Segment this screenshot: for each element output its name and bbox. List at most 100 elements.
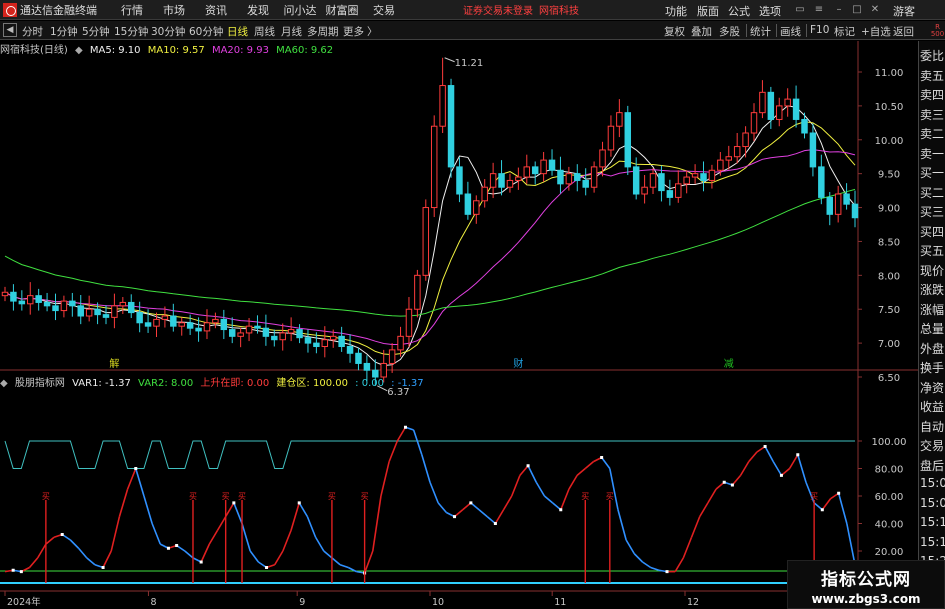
ma5-label: MA5: 9.10 [89, 45, 141, 56]
oscillator-segment [560, 488, 570, 511]
oscillator-segment [412, 429, 423, 456]
side-panel-item[interactable]: 15:00 [920, 476, 945, 490]
side-panel-item[interactable]: 买二 [920, 184, 945, 201]
candle-body [641, 186, 648, 195]
side-panel-item[interactable]: 买三 [920, 203, 945, 220]
side-panel-item[interactable]: 卖二 [920, 125, 945, 142]
oscillator-segment [77, 547, 88, 559]
oscillator-turn-dot [134, 467, 138, 470]
oscillator-turn-dot [265, 566, 269, 569]
candle-body [733, 146, 741, 158]
side-panel-item[interactable]: 外盘 [920, 340, 945, 357]
side-panel-item[interactable]: 收益 [920, 398, 945, 415]
candle-body [329, 335, 337, 341]
main-chart-header: 网宿科技(日线) ◆ MA5: 9.10 MA10: 9.57 MA20: 9.… [0, 41, 918, 56]
quote-side-panel: 委比卖五卖四卖三卖二卖一买一买二买三买四买五现价涨跌涨幅总量外盘换手净资收益自动… [918, 41, 945, 609]
ma10-label: MA10: 9.57 [147, 45, 205, 56]
oscillator-segment [821, 498, 832, 511]
candle-body [186, 322, 194, 329]
side-panel-item[interactable]: 盘后 [920, 457, 945, 474]
var1-label: VAR1: -1.37 [72, 378, 131, 389]
oscillator-segment [421, 454, 431, 483]
oscillator-turn-dot [297, 501, 301, 505]
indicator-name[interactable]: 股朋指标网 [15, 378, 65, 389]
side-panel-item[interactable]: 涨跌 [920, 281, 945, 298]
side-panel-item[interactable]: 15:15 [920, 535, 945, 549]
candle-body [35, 295, 42, 303]
candle-body [700, 173, 707, 181]
candle-body [557, 169, 564, 185]
candle-body [161, 315, 169, 320]
oscillator-segment [331, 557, 341, 566]
side-panel-item[interactable]: 总量 [920, 320, 945, 337]
indicator-tick-label: 20.00 [875, 547, 904, 558]
buy-signal-label: 买 [361, 492, 369, 501]
candle-body [506, 179, 514, 188]
date-tick-label: 11 [554, 597, 566, 608]
candle-body [717, 159, 724, 171]
candle-body [85, 308, 93, 317]
price-tick-label: 9.50 [878, 170, 900, 181]
oscillator-segment [682, 536, 693, 559]
dropdown-icon[interactable]: ◆ [75, 45, 83, 56]
candle-body [742, 132, 749, 148]
side-panel-item[interactable]: 委比 [920, 47, 945, 64]
chart-canvas[interactable]: 11.00 10.50 10.00 9.50 9.00 8.50 8.00 7.50 7.00 6… [0, 0, 918, 609]
oscillator-segment [126, 468, 137, 490]
side-panel-item[interactable]: 现价 [920, 262, 945, 279]
candle-body [52, 305, 59, 312]
side-panel-item[interactable]: 交易 [920, 437, 945, 454]
stock-title[interactable]: 网宿科技(日线) [0, 45, 68, 56]
candle-body [136, 312, 143, 324]
side-panel-item[interactable]: 15:00 [920, 496, 945, 510]
candle-body [725, 156, 732, 161]
oscillator-segment [45, 536, 55, 545]
oscillator-turn-dot [11, 568, 15, 572]
side-panel-item[interactable]: 自动 [920, 418, 945, 435]
date-tick-label: 2024年 [7, 596, 41, 608]
oscillator-segment [600, 457, 611, 469]
candle-body [464, 193, 472, 215]
oscillator-turn-dot [796, 453, 800, 457]
side-panel-item[interactable]: 买五 [920, 242, 945, 259]
side-panel-item[interactable]: 净资 [920, 379, 945, 396]
oscillator-segment [748, 451, 758, 463]
oscillator-segment [846, 523, 856, 565]
indicator-dropdown-icon[interactable]: ◆ [0, 378, 8, 389]
candle-body [582, 179, 589, 188]
side-panel-item[interactable]: 买一 [920, 164, 945, 181]
candle-body [195, 327, 202, 332]
candle-body [649, 173, 657, 188]
oscillator-segment [208, 529, 219, 545]
oscillator-segment [102, 550, 112, 568]
side-panel-item[interactable]: 卖三 [920, 106, 945, 123]
side-panel-item[interactable]: 涨幅 [920, 301, 945, 318]
candle-body [599, 149, 606, 168]
candle-body [784, 98, 791, 107]
date-axis: 2024年 8 9 10 11 12 [4, 591, 699, 608]
indicator-tick-label: 40.00 [875, 520, 904, 531]
candle-body [405, 308, 413, 337]
candle-body [473, 200, 480, 215]
candle-body [531, 166, 539, 175]
side-panel-item[interactable]: 15:13 [920, 515, 945, 529]
oscillator-turn-dot [469, 501, 473, 505]
side-panel-item[interactable]: 卖一 [920, 145, 945, 162]
side-panel-item[interactable]: 卖五 [920, 67, 945, 84]
oscillator-segment [282, 530, 292, 552]
oscillator-segment [437, 502, 447, 514]
oscillator-segment [151, 523, 162, 545]
candle-body [153, 318, 160, 327]
price-tick-label: 10.50 [875, 102, 904, 113]
candle-body [228, 329, 236, 337]
candle-body [144, 322, 152, 327]
candle-body [515, 176, 522, 181]
side-panel-item[interactable]: 换手 [920, 359, 945, 376]
candle-body [834, 193, 842, 215]
candle-body [691, 173, 699, 178]
oscillator-segment [788, 454, 799, 469]
side-panel-item[interactable]: 买四 [920, 223, 945, 240]
oscillator-segment [224, 502, 235, 518]
candle-body [262, 327, 270, 337]
side-panel-item[interactable]: 卖四 [920, 86, 945, 103]
